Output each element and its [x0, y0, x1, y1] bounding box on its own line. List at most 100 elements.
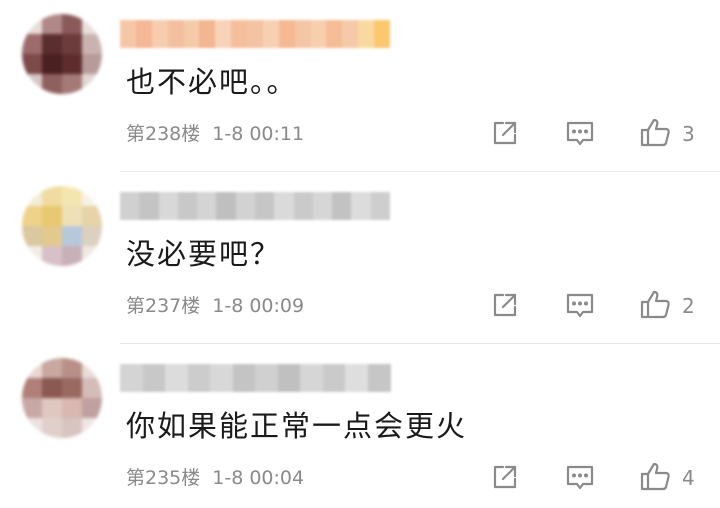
username-mosaic-tile: [167, 20, 185, 48]
username-mosaic-tile: [278, 20, 296, 48]
floor-number: 第238楼: [126, 123, 201, 145]
username-mosaic-tile: [351, 192, 372, 220]
avatar-mosaic-tile: [22, 246, 42, 266]
share-button[interactable]: [488, 288, 522, 322]
username-mosaic-tile: [342, 20, 359, 48]
username-mosaic-tile: [165, 364, 188, 392]
avatar-mosaic-tile: [42, 206, 62, 226]
avatar-mosaic-tile: [22, 226, 42, 246]
avatar-mosaic-tile: [42, 74, 62, 94]
reply-button[interactable]: [563, 288, 597, 322]
avatar-mosaic-tile: [62, 206, 82, 226]
username-blurred[interactable]: [120, 364, 391, 392]
floor-number: 第235楼: [126, 467, 201, 489]
username-mosaic-tile: [293, 192, 314, 220]
avatar[interactable]: [22, 358, 102, 438]
comment-item: 没必要吧？ 第237楼 1-8 00:09 2: [0, 172, 720, 344]
username-mosaic-tile: [332, 192, 352, 220]
avatar-mosaic-tile: [42, 54, 62, 74]
username-blurred[interactable]: [120, 20, 391, 48]
avatar-mosaic-tile: [82, 398, 102, 418]
comment-list: 也不必吧。。 第238楼 1-8 00:11 3 没必要吧？ 第237楼 1-8…: [0, 0, 720, 508]
avatar-mosaic-tile: [82, 34, 102, 54]
username-mosaic-tile: [151, 20, 169, 48]
avatar-mosaic-tile: [82, 378, 102, 398]
like-button[interactable]: [638, 116, 672, 150]
avatar-mosaic-tile: [82, 246, 102, 266]
username-mosaic-tile: [135, 20, 153, 48]
username-mosaic-tile: [367, 364, 391, 392]
avatar-mosaic-tile: [62, 226, 82, 246]
username-mosaic-tile: [358, 20, 375, 48]
avatar-mosaic-tile: [42, 226, 62, 246]
avatar-mosaic-tile: [82, 54, 102, 74]
comment-item: 你如果能正常一点会更火 第235楼 1-8 00:04 4: [0, 344, 720, 508]
share-button[interactable]: [488, 460, 522, 494]
avatar-mosaic-tile: [42, 14, 62, 34]
avatar-mosaic-tile: [22, 186, 42, 206]
comment-meta: 第238楼 1-8 00:11: [126, 121, 304, 147]
username-mosaic-tile: [215, 20, 232, 48]
avatar-mosaic-tile: [62, 74, 82, 94]
avatar-mosaic-tile: [82, 14, 102, 34]
avatar-mosaic-tile: [62, 34, 82, 54]
username-mosaic-tile: [187, 364, 211, 392]
avatar-mosaic-tile: [22, 74, 42, 94]
avatar[interactable]: [22, 186, 102, 266]
username-mosaic-tile: [247, 20, 264, 48]
reply-button[interactable]: [563, 116, 597, 150]
like-button[interactable]: [638, 288, 672, 322]
avatar-mosaic-tile: [62, 54, 82, 74]
username-mosaic-tile: [142, 364, 166, 392]
avatar-mosaic-tile: [82, 418, 102, 438]
thumbs-up-icon: [640, 118, 670, 147]
share-icon: [493, 465, 517, 489]
username-mosaic-tile: [120, 364, 143, 392]
username-mosaic-tile: [210, 364, 233, 392]
username-mosaic-tile: [277, 364, 301, 392]
share-button[interactable]: [488, 116, 522, 150]
like-button[interactable]: [638, 460, 672, 494]
comment-time: 1-8 00:11: [212, 123, 305, 145]
username-mosaic-tile: [262, 20, 280, 48]
avatar-mosaic-tile: [42, 34, 62, 54]
username-mosaic-tile: [294, 20, 312, 48]
avatar-mosaic-tile: [62, 418, 82, 438]
avatar[interactable]: [22, 14, 102, 94]
like-count: 4: [682, 466, 695, 490]
username-mosaic-tile: [216, 192, 237, 220]
avatar-mosaic-tile: [62, 398, 82, 418]
comment-text: 也不必吧。。: [126, 65, 298, 99]
comment-icon: [566, 293, 594, 318]
username-mosaic-tile: [310, 20, 327, 48]
comment-item: 也不必吧。。 第238楼 1-8 00:11 3: [0, 0, 720, 172]
username-mosaic-tile: [158, 192, 179, 220]
avatar-mosaic-tile: [22, 34, 42, 54]
avatar-mosaic-tile: [82, 226, 102, 246]
username-blurred[interactable]: [120, 192, 391, 220]
comment-text: 你如果能正常一点会更火: [126, 409, 468, 443]
avatar-mosaic-tile: [22, 54, 42, 74]
avatar-mosaic-tile: [42, 186, 62, 206]
avatar-mosaic-tile: [42, 398, 62, 418]
like-count: 3: [682, 122, 695, 146]
comment-text: 没必要吧？: [126, 237, 282, 271]
avatar-mosaic-tile: [82, 74, 102, 94]
avatar-mosaic-tile: [82, 358, 102, 378]
reply-button[interactable]: [563, 460, 597, 494]
comment-time: 1-8 00:04: [212, 467, 305, 489]
avatar-mosaic-tile: [62, 358, 82, 378]
avatar-mosaic-tile: [42, 418, 62, 438]
username-mosaic-tile: [345, 364, 368, 392]
avatar-mosaic-tile: [22, 206, 42, 226]
avatar-mosaic-tile: [62, 186, 82, 206]
avatar-mosaic-tile: [42, 378, 62, 398]
avatar-mosaic-tile: [42, 246, 62, 266]
username-mosaic-tile: [370, 192, 391, 220]
avatar-mosaic-tile: [22, 378, 42, 398]
share-icon: [493, 293, 517, 317]
avatar-mosaic-tile: [62, 14, 82, 34]
avatar-mosaic-tile: [42, 358, 62, 378]
avatar-mosaic-tile: [62, 378, 82, 398]
username-mosaic-tile: [326, 20, 343, 48]
